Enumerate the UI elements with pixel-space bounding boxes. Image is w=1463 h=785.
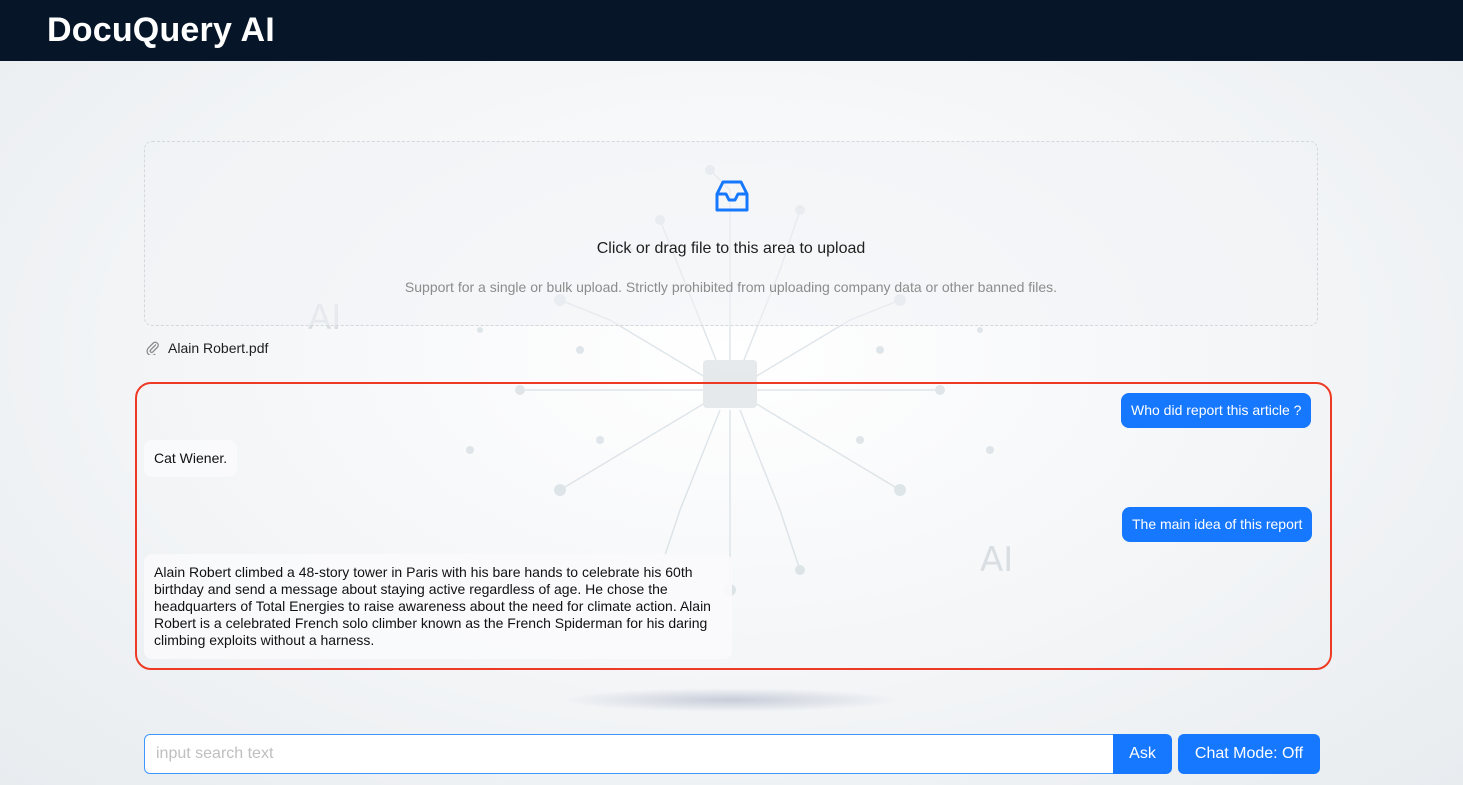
upload-dropzone[interactable]: Click or drag file to this area to uploa… [144,141,1318,326]
user-message: Who did report this article ? [1121,393,1312,428]
search-input[interactable] [144,734,1114,774]
chat-mode-toggle-button[interactable]: Chat Mode: Off [1178,734,1320,774]
bot-message: Alain Robert climbed a 48-story tower in… [144,554,732,659]
user-message: The main idea of this report [1122,507,1313,542]
inbox-icon [715,180,749,212]
ask-button[interactable]: Ask [1113,734,1172,774]
decorative-shadow [560,688,900,712]
bot-message: Cat Wiener. [144,440,238,477]
uploaded-file-item[interactable]: Alain Robert.pdf [146,338,268,358]
upload-hint: Support for a single or bulk upload. Str… [404,279,1058,295]
file-name: Alain Robert.pdf [168,340,269,356]
top-bar: DocuQuery AI [0,0,1463,61]
app-title: DocuQuery AI [47,11,275,49]
upload-instruction: Click or drag file to this area to uploa… [596,240,866,257]
paperclip-icon [146,341,159,355]
